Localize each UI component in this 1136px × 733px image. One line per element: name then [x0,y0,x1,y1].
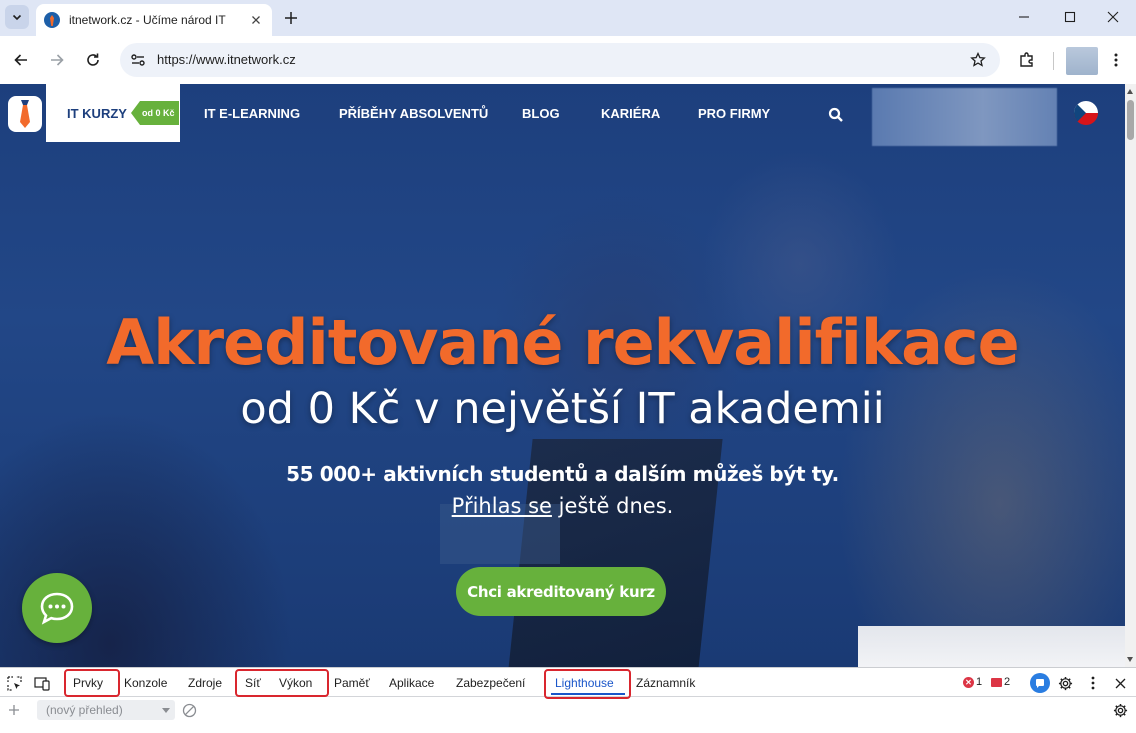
browser-tab[interactable]: itnetwork.cz - Učíme národ IT [36,4,272,36]
dropdown-caret-icon [162,708,170,713]
profile-avatar[interactable] [1066,47,1098,75]
signup-rest-text: ještě dnes. [551,494,674,518]
browser-menu-kebab-icon[interactable] [1104,48,1128,72]
chevron-down-icon [12,14,22,21]
nav-item-blog[interactable]: BLOG [522,106,560,121]
forward-arrow-icon[interactable] [45,48,69,72]
tab-aplikace[interactable]: Aplikace [389,676,434,690]
nav-item-label: IT KURZY [67,106,127,121]
nav-item-pribehy[interactable]: PŘÍBĚHY ABSOLVENTŮ [339,106,488,121]
new-report-plus-icon[interactable] [5,701,23,719]
nav-item-it-kurzy[interactable]: IT KURZY od 0 Kč [46,84,180,142]
bookmark-star-icon[interactable] [968,50,988,70]
tab-zaznamnik[interactable]: Záznamník [636,676,695,690]
hero-headline: Akreditované rekvalifikace [106,306,1019,379]
site-navigation: IT KURZY od 0 Kč IT E-LEARNING PŘÍBĚHY A… [0,84,1125,146]
price-badge: od 0 Kč [131,101,179,125]
issue-flag-icon [991,677,1002,687]
browser-toolbar: https://www.itnetwork.cz [0,36,1136,84]
extensions-puzzle-icon[interactable] [1015,48,1039,72]
price-badge-text: od 0 Kč [140,101,179,125]
devtools-settings-gear-icon[interactable] [1056,674,1074,692]
highlight-box-prvky [64,669,120,697]
itnetwork-favicon-icon [44,12,60,28]
back-arrow-icon[interactable] [9,48,33,72]
search-icon[interactable] [828,107,844,123]
scrollbar-thumb[interactable] [1127,100,1134,140]
blurred-corner-area [858,626,1125,667]
issue-counter[interactable]: 2 [991,676,1010,688]
error-counter[interactable]: ✕ 1 [963,676,982,688]
tab-title: itnetwork.cz - Učíme národ IT [69,13,226,27]
lighthouse-toolbar: (nový přehled) [0,697,1136,724]
error-icon: ✕ [963,676,974,688]
devtools-panel: Prvky Konzole Zdroje Síť Výkon Paměť Apl… [0,667,1136,733]
minimize-window-icon[interactable] [1001,0,1047,34]
lighthouse-settings-gear-icon[interactable] [1111,701,1129,719]
inspect-element-icon[interactable] [5,674,23,692]
devtools-tab-bar: Prvky Konzole Zdroje Síť Výkon Paměť Apl… [0,668,1136,699]
new-tab-plus-icon[interactable] [280,7,302,29]
scroll-down-arrow-icon[interactable] [1127,657,1133,662]
tab-zdroje[interactable]: Zdroje [188,676,222,690]
device-toolbar-icon[interactable] [33,674,51,692]
nav-item-e-learning[interactable]: IT E-LEARNING [204,106,300,121]
signup-link[interactable]: Přihlas se [452,494,552,518]
close-tab-icon[interactable] [248,12,264,28]
reload-icon[interactable] [81,48,105,72]
report-select-value: (nový přehled) [46,703,123,717]
site-settings-icon[interactable] [128,50,148,70]
toolbar-separator [1053,52,1054,70]
devtools-menu-kebab-icon[interactable] [1084,674,1102,692]
hero-subheadline: od 0 Kč v největší IT akademii [240,384,885,434]
hero-signup-line: Přihlas se ještě dnes. [0,494,1125,518]
czech-flag-icon[interactable] [1074,101,1098,125]
error-count: 1 [976,676,983,688]
devtools-close-icon[interactable] [1111,674,1129,692]
url-text[interactable]: https://www.itnetwork.cz [157,52,296,67]
clear-reports-icon[interactable] [180,701,198,719]
tab-search-button[interactable] [5,5,29,29]
maximize-window-icon[interactable] [1047,0,1093,34]
cta-button[interactable]: Chci akreditovaný kurz [456,567,666,616]
browser-tab-strip: itnetwork.cz - Učíme národ IT [0,0,1136,36]
itnetwork-logo-icon[interactable] [8,96,42,132]
hero-tagline: 55 000+ aktivních studentů a dalším může… [286,462,839,486]
tab-pamet[interactable]: Paměť [334,676,370,690]
scroll-up-arrow-icon[interactable] [1127,89,1133,94]
devtools-ai-assist-icon[interactable] [1030,673,1050,693]
chat-icon [40,592,74,625]
web-page-viewport: IT KURZY od 0 Kč IT E-LEARNING PŘÍBĚHY A… [0,84,1125,667]
highlight-box-lighthouse [544,669,631,699]
highlight-box-sit-vykon [235,669,329,697]
address-bar[interactable]: https://www.itnetwork.cz [120,43,1000,77]
issue-count: 2 [1004,676,1011,688]
tab-zabezpeceni[interactable]: Zabezpečení [456,676,525,690]
blurred-login-area[interactable] [872,88,1057,146]
nav-item-kariera[interactable]: KARIÉRA [601,106,660,121]
page-scrollbar[interactable] [1125,84,1136,667]
report-select[interactable]: (nový přehled) [37,700,175,720]
close-window-icon[interactable] [1090,0,1136,34]
nav-item-pro-firmy[interactable]: PRO FIRMY [698,106,770,121]
chat-bubble-button[interactable] [22,573,92,643]
tab-konzole[interactable]: Konzole [124,676,167,690]
